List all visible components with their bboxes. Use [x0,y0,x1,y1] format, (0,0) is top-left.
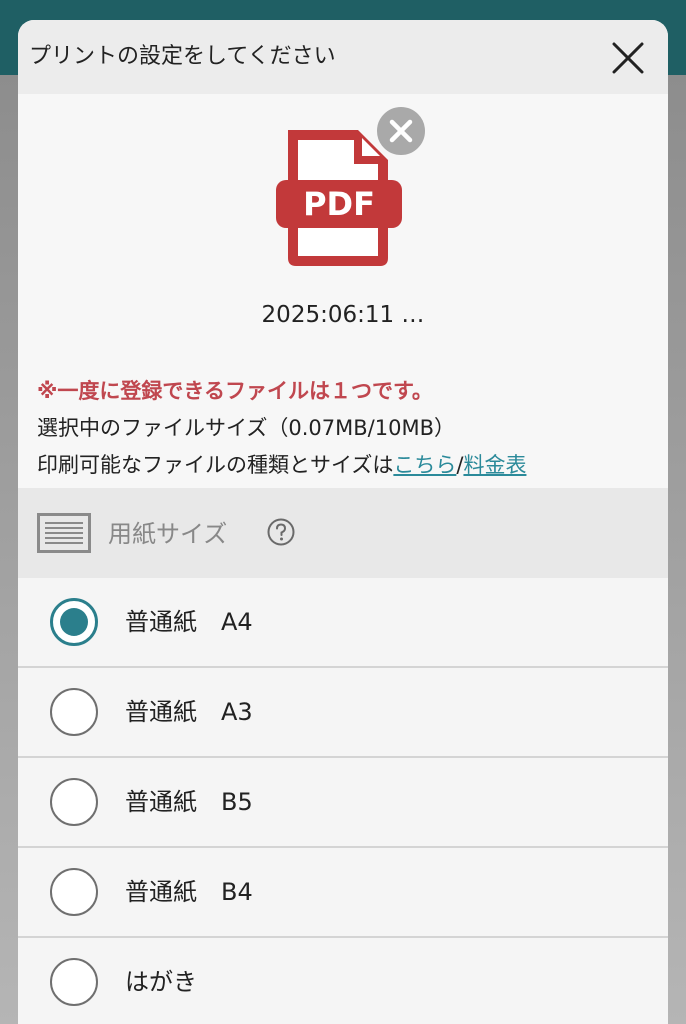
file-type-info-text: 印刷可能なファイルの種類とサイズは [37,453,394,477]
file-size-info: 選択中のファイルサイズ（0.07MB/10MB） [37,416,455,440]
paper-option-label: はがき [125,968,197,996]
price-list-link[interactable]: 料金表 [463,453,526,477]
file-type-info: 印刷可能なファイルの種類とサイズはこちら/料金表 [37,450,526,480]
paper-option-postcard[interactable]: はがき [18,938,668,1024]
file-name: 2025:06:11 … [261,302,425,328]
radio-button[interactable] [50,868,98,916]
paper-option-label: 普通紙 A3 [125,698,253,726]
close-icon [612,42,644,74]
radio-button[interactable] [50,688,98,736]
paper-size-title: 用紙サイズ [108,520,228,548]
radio-button-selected[interactable] [50,598,98,646]
print-settings-modal: プリントの設定をしてください PDF 2025:06:11 … ※一度に登録でき… [18,20,668,1024]
remove-file-button[interactable] [374,104,428,158]
radio-button[interactable] [50,958,98,1006]
paper-option-label: 普通紙 A4 [125,608,253,636]
paper-size-section-header: 用紙サイズ [18,488,668,578]
paper-option-a4[interactable]: 普通紙 A4 [18,578,668,668]
paper-option-b4[interactable]: 普通紙 B4 [18,848,668,938]
paper-option-label: 普通紙 B4 [125,878,253,906]
paper-stack-icon [37,513,91,553]
file-limit-notice: ※一度に登録できるファイルは１つです。 [37,379,433,403]
svg-text:PDF: PDF [303,185,375,223]
modal-header: プリントの設定をしてください [18,20,668,94]
close-icon [389,119,413,143]
modal-title: プリントの設定をしてください [29,44,336,69]
selected-file-area: PDF 2025:06:11 … ※一度に登録できるファイルは１つです。 選択中… [18,94,668,488]
radio-button[interactable] [50,778,98,826]
help-icon[interactable] [267,518,295,546]
paper-option-label: 普通紙 B5 [125,788,253,816]
supported-files-link[interactable]: こちら [393,453,456,477]
paper-option-a3[interactable]: 普通紙 A3 [18,668,668,758]
paper-option-b5[interactable]: 普通紙 B5 [18,758,668,848]
close-button[interactable] [608,38,648,78]
